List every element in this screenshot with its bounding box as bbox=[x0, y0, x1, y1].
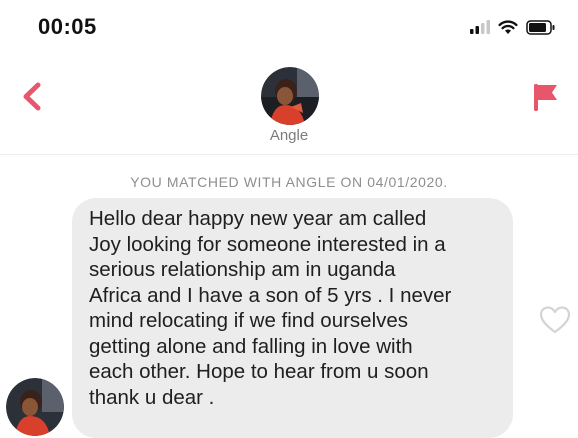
message-line: Africa and I have a son of 5 yrs . I nev… bbox=[89, 283, 452, 307]
message-line: Joy looking for someone interested in a bbox=[89, 232, 446, 256]
status-time: 00:05 bbox=[38, 14, 97, 39]
like-message-button[interactable] bbox=[538, 304, 572, 336]
battery-icon bbox=[526, 19, 555, 35]
cellular-signal-icon bbox=[470, 20, 490, 34]
message-line: Hello dear happy new year am called bbox=[89, 207, 427, 230]
message-line: serious relationship am in uganda bbox=[89, 258, 396, 281]
message-line: thank u dear . bbox=[89, 385, 215, 409]
flag-icon bbox=[534, 84, 557, 111]
report-button[interactable] bbox=[524, 76, 564, 116]
wifi-icon bbox=[498, 19, 518, 34]
message-line: getting alone and falling in love with bbox=[89, 334, 413, 358]
status-icons bbox=[470, 16, 556, 38]
sender-avatar[interactable] bbox=[6, 378, 64, 436]
contact-name: Angle bbox=[269, 127, 309, 144]
message-line: each other. Hope to hear from u soon bbox=[89, 360, 429, 383]
chat-header: Angle bbox=[0, 58, 578, 155]
profile-photo-icon bbox=[261, 67, 319, 125]
back-button[interactable] bbox=[14, 76, 54, 116]
match-banner: YOU MATCHED WITH ANGLE ON 04/01/2020. bbox=[130, 174, 448, 190]
chevron-left-icon bbox=[23, 82, 41, 111]
status-bar: 00:05 bbox=[0, 0, 578, 58]
contact-avatar[interactable] bbox=[261, 67, 319, 125]
message-bubble[interactable]: Hello dear happy new year am called Joy … bbox=[72, 198, 513, 438]
message-line: mind relocating if we find ourselves bbox=[89, 309, 409, 332]
profile-photo-icon bbox=[6, 378, 64, 436]
heart-outline-icon bbox=[539, 306, 571, 334]
message-text: Hello dear happy new year am called Joy … bbox=[89, 206, 499, 410]
